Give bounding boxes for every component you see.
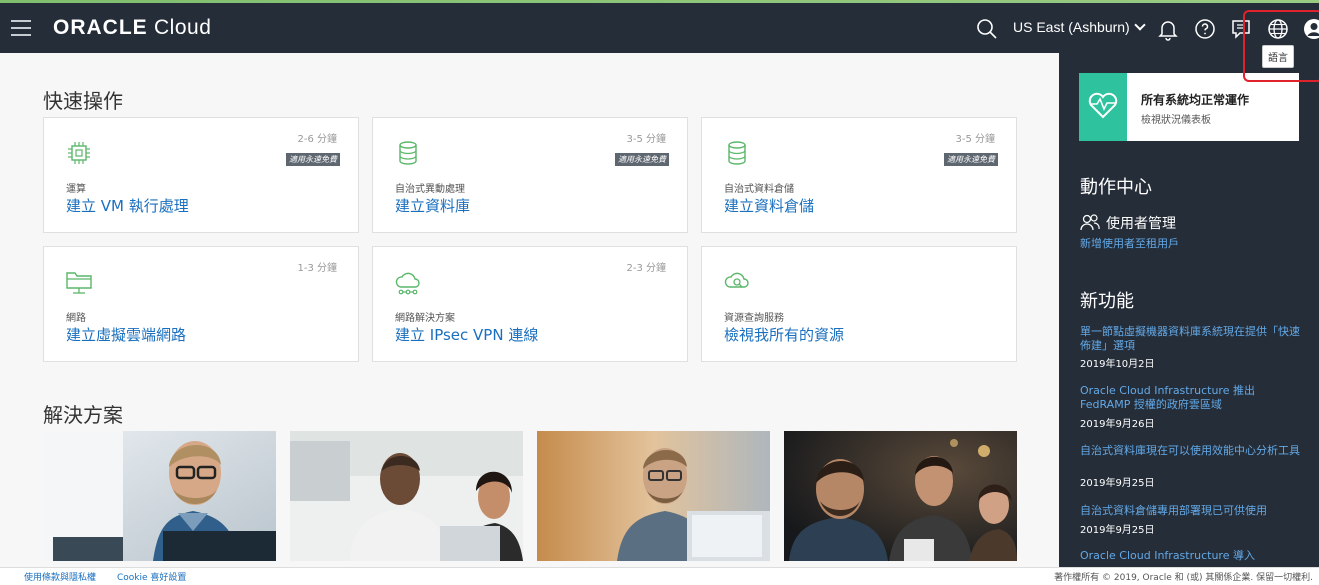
status-heart-icon-bg <box>1079 73 1127 141</box>
view-resources-link[interactable]: 檢視我所有的資源 <box>724 324 844 345</box>
language-highlight-box <box>1243 10 1319 82</box>
top-navigation-bar: ORACLE Cloud US East (Ashburn) <box>0 3 1319 53</box>
quick-action-card-create-data-warehouse[interactable]: 3-5 分鐘 適用永遠免費 自治式資料倉儲 建立資料倉儲 <box>701 117 1017 233</box>
solution-photo-3 <box>537 431 770 561</box>
whats-new-title: 新功能 <box>1080 291 1134 312</box>
chevron-down-icon <box>1134 19 1146 31</box>
solution-tile-2[interactable] <box>290 431 523 561</box>
news-link-5[interactable]: Oracle Cloud Infrastructure 導入 <box>1080 549 1300 563</box>
bell-icon[interactable] <box>1156 17 1180 41</box>
main-content: 快速操作 2-6 分鐘 適用永遠免費 運算 建立 VM 執行處理 3-5 分鐘 … <box>0 53 1059 567</box>
solution-tile-3[interactable] <box>537 431 770 561</box>
users-icon <box>1080 214 1100 231</box>
terms-privacy-link[interactable]: 使用條款與隱私權 <box>24 570 96 583</box>
right-sidebar: 所有系統均正常運作 檢視狀況儀表板 動作中心 使用者管理 新增使用者至租用戶 新… <box>1059 53 1319 567</box>
news-link-4[interactable]: 自治式資料倉儲專用部署現已可供使用 <box>1080 504 1300 518</box>
footer: 使用條款與隱私權 Cookie 喜好設置 著作權所有 © 2019, Oracl… <box>0 567 1319 585</box>
system-status-card[interactable]: 所有系統均正常運作 檢視狀況儀表板 <box>1079 73 1299 141</box>
solution-photo-2 <box>290 431 523 561</box>
news-date-2: 2019年9月26日 <box>1080 419 1155 430</box>
action-center-title: 動作中心 <box>1080 177 1152 198</box>
network-folder-icon <box>66 272 92 294</box>
quick-action-card-create-vcn[interactable]: 1-3 分鐘 網路 建立虛擬雲端網路 <box>43 246 359 362</box>
region-selector[interactable]: US East (Ashburn) <box>1013 19 1146 35</box>
news-link-3[interactable]: 自治式資料庫現在可以使用效能中心分析工具 <box>1080 444 1300 458</box>
chip-icon <box>68 142 90 164</box>
cloud-search-icon <box>724 272 749 288</box>
add-user-to-tenancy-link[interactable]: 新增使用者至租用戶 <box>1080 237 1300 251</box>
quick-action-card-create-ipsec-vpn[interactable]: 2-3 分鐘 網路解決方案 建立 IPsec VPN 連線 <box>372 246 688 362</box>
solution-tile-1[interactable] <box>43 431 276 561</box>
quick-action-card-create-vm[interactable]: 2-6 分鐘 適用永遠免費 運算 建立 VM 執行處理 <box>43 117 359 233</box>
create-vm-link[interactable]: 建立 VM 執行處理 <box>66 195 189 216</box>
news-date-1: 2019年10月2日 <box>1080 359 1155 370</box>
quick-actions-title: 快速操作 <box>43 89 123 113</box>
database-icon <box>728 141 746 165</box>
cookie-preferences-link[interactable]: Cookie 喜好設置 <box>117 570 186 583</box>
news-link-1[interactable]: 單一節點虛擬機器資料庫系統現在提供「快速佈建」選項 <box>1080 325 1300 353</box>
create-database-link[interactable]: 建立資料庫 <box>395 195 470 216</box>
oracle-cloud-logo[interactable]: ORACLE Cloud <box>53 16 211 40</box>
heart-pulse-icon <box>1088 92 1118 119</box>
solutions-title: 解決方案 <box>43 403 123 427</box>
search-icon[interactable] <box>975 17 999 41</box>
solution-photo-4 <box>784 431 1017 561</box>
user-management-item: 使用者管理 <box>1080 213 1176 233</box>
solution-tile-4[interactable] <box>784 431 1017 561</box>
news-link-2[interactable]: Oracle Cloud Infrastructure 推出 FedRAMP 授… <box>1080 384 1300 412</box>
news-date-4: 2019年9月25日 <box>1080 525 1155 536</box>
quick-action-card-create-database[interactable]: 3-5 分鐘 適用永遠免費 自治式異動處理 建立資料庫 <box>372 117 688 233</box>
cloud-network-icon <box>395 272 420 295</box>
status-dashboard-link[interactable]: 檢視狀況儀表板 <box>1141 111 1211 126</box>
help-icon[interactable] <box>1193 17 1217 41</box>
create-vcn-link[interactable]: 建立虛擬雲端網路 <box>66 324 186 345</box>
news-date-3: 2019年9月25日 <box>1080 478 1155 489</box>
quick-action-card-view-resources[interactable]: 資源查詢服務 檢視我所有的資源 <box>701 246 1017 362</box>
hamburger-menu-icon[interactable] <box>11 20 31 36</box>
create-data-warehouse-link[interactable]: 建立資料倉儲 <box>724 195 814 216</box>
database-icon <box>399 141 417 165</box>
copyright-text: 著作權所有 © 2019, Oracle 和 (或) 其關係企業. 保留一切權利… <box>1054 573 1313 583</box>
create-ipsec-vpn-link[interactable]: 建立 IPsec VPN 連線 <box>395 324 538 345</box>
solution-photo-1 <box>43 431 276 561</box>
